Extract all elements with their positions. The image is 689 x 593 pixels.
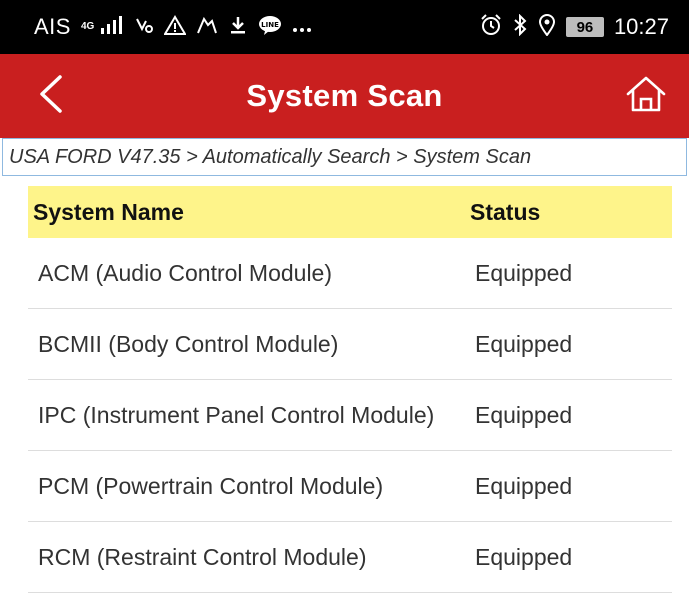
network-type: 4G [80,21,95,32]
bluetooth-icon [512,13,528,40]
warning-icon [163,15,188,39]
status-bar: AIS 4G LINE 96 10:27 [0,0,689,54]
alarm-icon [480,14,502,40]
signal-icon [100,15,124,39]
header-system-name: System Name [33,198,184,225]
line-app-icon: LINE [258,15,282,39]
status-cell: Equipped [475,543,573,570]
status-cell: Equipped [475,330,573,357]
location-icon [538,14,556,40]
status-cell: Equipped [475,472,573,499]
table-row[interactable]: ACM (Audio Control Module) Equipped [28,238,672,309]
system-name-cell: PCM (Powertrain Control Module) [38,472,384,499]
battery-level: 96 [565,17,604,37]
status-cell: Equipped [475,401,573,428]
system-name-cell: ACM (Audio Control Module) [38,259,333,286]
system-name-cell: IPC (Instrument Panel Control Module) [38,401,435,428]
table-row[interactable]: BCMII (Body Control Module) Equipped [28,309,672,380]
svg-text:LINE: LINE [261,21,279,29]
more-notifications-icon [292,17,312,37]
table-row[interactable]: IPC (Instrument Panel Control Module) Eq… [28,380,672,451]
status-bar-right: 96 10:27 [480,13,669,40]
clock-time: 10:27 [613,14,669,39]
table-row[interactable]: PCM (Powertrain Control Module) Equipped [28,451,672,522]
download-icon [228,15,248,39]
back-button[interactable] [28,74,72,118]
notification-icon [196,15,218,39]
system-table: System Name Status ACM (Audio Control Mo… [28,186,672,593]
carrier-name: AIS [34,14,71,39]
app-bar: System Scan [0,54,689,138]
header-status: Status [470,198,541,225]
system-name-cell: BCMII (Body Control Module) [38,330,339,357]
home-icon [625,75,667,118]
system-name-cell: RCM (Restraint Control Module) [38,543,367,570]
chevron-left-icon [36,74,64,119]
table-row[interactable]: RCM (Restraint Control Module) Equipped [28,522,672,593]
status-cell: Equipped [475,259,573,286]
table-header: System Name Status [28,186,672,238]
status-bar-left: AIS 4G LINE [34,14,312,40]
page-title: System Scan [246,78,443,113]
home-button[interactable] [623,74,669,118]
vpn-key-icon [134,15,154,39]
breadcrumb: USA FORD V47.35 > Automatically Search >… [2,138,687,176]
